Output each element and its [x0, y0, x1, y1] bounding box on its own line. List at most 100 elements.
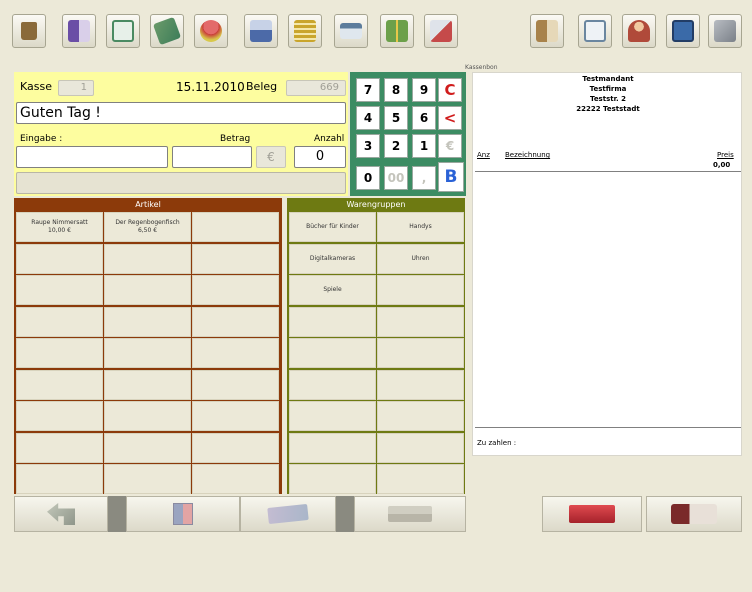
return-arrow-icon — [47, 503, 75, 525]
key-comma[interactable]: , — [412, 166, 436, 190]
cube-icon — [714, 20, 736, 42]
artikel-cell[interactable] — [16, 306, 103, 337]
warengruppe-cell[interactable]: Spiele — [289, 275, 376, 305]
warengruppe-cell[interactable]: Bücher für Kinder — [289, 212, 376, 242]
artikel-cell[interactable] — [104, 401, 191, 431]
artikel-price: 6,50 € — [137, 227, 158, 234]
artikel-cell[interactable] — [192, 243, 279, 274]
artikel-cell[interactable] — [16, 338, 103, 368]
artikel-cell[interactable] — [16, 275, 103, 305]
euro-button[interactable]: € — [256, 146, 286, 168]
warengruppe-cell[interactable] — [289, 306, 376, 337]
artikel-cell[interactable] — [104, 338, 191, 368]
artikel-cell[interactable] — [104, 464, 191, 494]
warengruppe-cell[interactable] — [377, 306, 464, 337]
warengruppe-cell[interactable] — [289, 338, 376, 368]
card-reader-icon — [340, 23, 362, 39]
eingabe-input[interactable] — [16, 146, 168, 168]
kasse-field: 1 — [58, 80, 94, 96]
lock-button[interactable] — [12, 14, 46, 48]
artikel-header: Artikel — [135, 200, 161, 209]
warengruppe-cell[interactable] — [289, 432, 376, 463]
documents-button[interactable] — [530, 14, 564, 48]
banknotes-button[interactable] — [240, 496, 336, 532]
kasse-label: Kasse — [20, 80, 52, 93]
key-b[interactable]: B — [438, 162, 464, 192]
artikel-cell[interactable] — [16, 464, 103, 494]
key-0[interactable]: 0 — [356, 166, 380, 190]
betrag-input[interactable] — [172, 146, 252, 168]
artikel-cell[interactable] — [192, 369, 279, 400]
artikel-cell[interactable] — [104, 243, 191, 274]
anzahl-input[interactable]: 0 — [294, 146, 346, 168]
warengruppe-cell[interactable] — [289, 369, 376, 400]
bottom-spacer — [466, 496, 542, 532]
key-4[interactable]: 4 — [356, 106, 380, 130]
print-button[interactable] — [244, 14, 278, 48]
warengruppe-cell[interactable] — [377, 338, 464, 368]
warengruppe-cell[interactable]: Digitalkameras — [289, 243, 376, 274]
artikel-cell[interactable] — [104, 275, 191, 305]
key-5[interactable]: 5 — [384, 106, 408, 130]
key-clear[interactable]: C — [438, 78, 462, 102]
artikel-cell[interactable] — [16, 432, 103, 463]
book-button[interactable] — [62, 14, 96, 48]
report-button[interactable] — [578, 14, 612, 48]
key-6[interactable]: 6 — [412, 106, 436, 130]
gift-button[interactable] — [380, 14, 414, 48]
cashier-person-icon — [671, 504, 717, 524]
payment-card-button[interactable] — [354, 496, 466, 532]
artikel-cell[interactable] — [16, 369, 103, 400]
key-8[interactable]: 8 — [384, 78, 408, 102]
badge-button[interactable] — [194, 14, 228, 48]
key-3[interactable]: 3 — [356, 134, 380, 158]
warengruppe-cell[interactable] — [377, 464, 464, 494]
key-00[interactable]: 00 — [384, 166, 408, 190]
artikel-cell[interactable] — [192, 432, 279, 463]
artikel-cell[interactable] — [192, 212, 279, 242]
artikel-cell[interactable] — [16, 401, 103, 431]
key-backspace[interactable]: < — [438, 106, 462, 130]
return-button[interactable] — [14, 496, 108, 532]
warengruppe-cell[interactable] — [289, 464, 376, 494]
key-2[interactable]: 2 — [384, 134, 408, 158]
warengruppe-label: Handys — [409, 223, 432, 230]
company-city: 22222 Teststadt — [576, 105, 640, 113]
warengruppe-label: Spiele — [323, 286, 342, 293]
ledger-icon — [294, 20, 316, 42]
key-1[interactable]: 1 — [412, 134, 436, 158]
scanner-button[interactable] — [126, 496, 240, 532]
artikel-cell[interactable]: Der Regenbogenfisch 6,50 € — [104, 212, 191, 242]
cashier-button[interactable] — [646, 496, 742, 532]
warengruppe-cell[interactable] — [289, 401, 376, 431]
warengruppe-cell[interactable]: Uhren — [377, 243, 464, 274]
cash-button[interactable] — [150, 14, 184, 48]
artikel-cell[interactable] — [192, 464, 279, 494]
monitor-button[interactable] — [666, 14, 700, 48]
artikel-cell[interactable] — [16, 243, 103, 274]
artikel-panel: Artikel Raupe Nimmersatt 10,00 € Der Regen… — [14, 198, 282, 494]
warengruppe-cell[interactable] — [377, 401, 464, 431]
eraser-button[interactable] — [424, 14, 458, 48]
artikel-cell[interactable] — [192, 275, 279, 305]
key-euro[interactable]: € — [438, 134, 462, 158]
key-7[interactable]: 7 — [356, 78, 380, 102]
artikel-cell[interactable] — [104, 432, 191, 463]
warengruppe-cell[interactable]: Handys — [377, 212, 464, 242]
user-button[interactable] — [622, 14, 656, 48]
artikel-cell[interactable] — [104, 306, 191, 337]
ledger-button[interactable] — [288, 14, 322, 48]
cube-button[interactable] — [708, 14, 742, 48]
card-button[interactable] — [334, 14, 368, 48]
artikel-cell[interactable]: Raupe Nimmersatt 10,00 € — [16, 212, 103, 242]
key-9[interactable]: 9 — [412, 78, 436, 102]
artikel-cell[interactable] — [104, 369, 191, 400]
edit-button[interactable] — [106, 14, 140, 48]
artikel-cell[interactable] — [192, 306, 279, 337]
artikel-cell[interactable] — [192, 338, 279, 368]
warengruppe-cell[interactable] — [377, 369, 464, 400]
warengruppe-cell[interactable] — [377, 275, 464, 305]
cash-drawer-button[interactable] — [542, 496, 642, 532]
warengruppe-cell[interactable] — [377, 432, 464, 463]
artikel-cell[interactable] — [192, 401, 279, 431]
